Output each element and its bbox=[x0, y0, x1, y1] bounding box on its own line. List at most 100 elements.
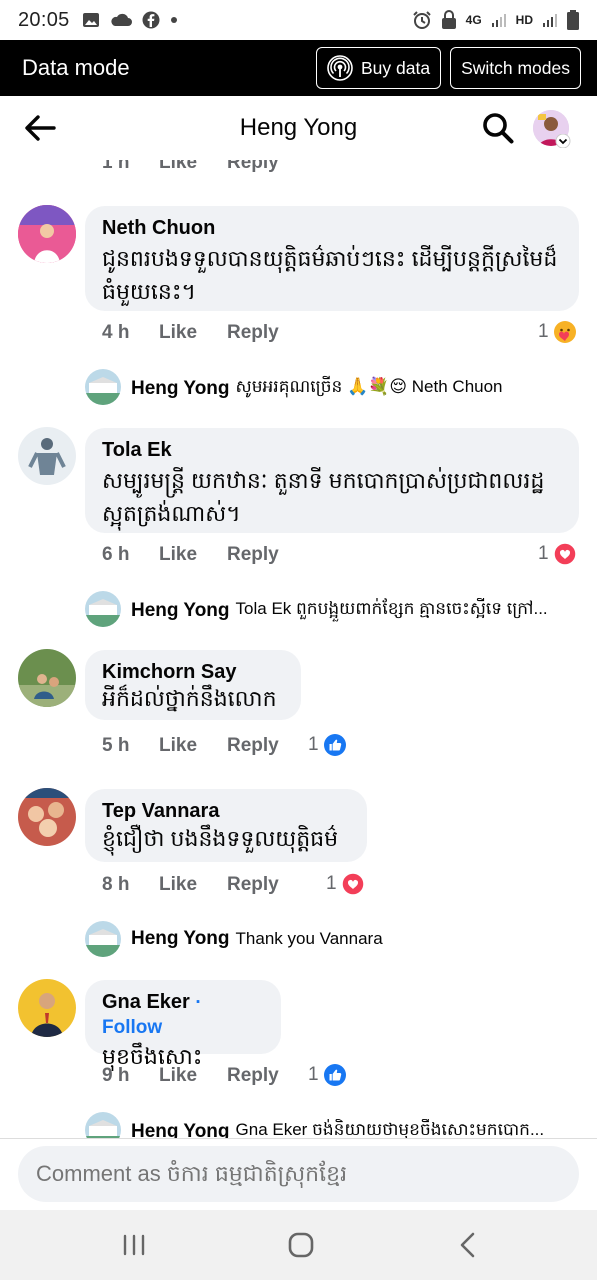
like-button[interactable]: Like bbox=[159, 874, 227, 896]
comment-text: អីក៏ដល់ថ្នាក់នឹងលោក bbox=[102, 686, 277, 711]
reaction-summary[interactable]: 1 bbox=[308, 1063, 347, 1087]
reply-button[interactable]: Reply bbox=[227, 874, 279, 896]
reply-author: Heng Yong bbox=[131, 1120, 230, 1139]
reply-preview[interactable]: Heng Yong សូមអរគុណច្រើន 🙏💐😌 Neth Chuon bbox=[131, 376, 503, 401]
avatar[interactable] bbox=[18, 649, 76, 707]
reaction-summary[interactable]: 1 bbox=[308, 733, 347, 757]
status-time: 20:05 bbox=[18, 8, 70, 31]
love-reaction-icon bbox=[552, 542, 577, 566]
comment-actions: 8 h Like Reply bbox=[102, 874, 279, 896]
comment-text: សម្បូរមន្ត្រី យកឋានៈ តួនាទី មកបោកប្រាស់ប… bbox=[102, 468, 545, 526]
comment-bubble: Kimchorn Say អីក៏ដល់ថ្នាក់នឹងលោក bbox=[85, 650, 301, 720]
comment-time: 6 h bbox=[102, 544, 130, 565]
avatar[interactable] bbox=[18, 788, 76, 846]
image-icon bbox=[82, 13, 99, 27]
dot-icon bbox=[170, 17, 177, 23]
reply-preview[interactable]: Heng Yong Gna Eker ចង់និយាយថាមុខចឹងសោះមក… bbox=[131, 1119, 581, 1138]
reaction-count: 1 bbox=[538, 543, 549, 564]
reaction-count: 1 bbox=[308, 1064, 319, 1085]
comment-actions: 6 h Like Reply bbox=[102, 544, 279, 566]
facebook-icon bbox=[142, 11, 160, 29]
data-mode-title: Data mode bbox=[22, 55, 130, 80]
reaction-summary[interactable]: 1 bbox=[538, 542, 577, 566]
comment-author-name[interactable]: Gna Eker bbox=[102, 991, 190, 1013]
lock-icon bbox=[441, 10, 456, 29]
comment-bubble: Tola Ek សម្បូរមន្ត្រី យកឋានៈ តួនាទី មកបោ… bbox=[85, 428, 579, 533]
comment-actions: 5 h Like Reply bbox=[102, 735, 279, 757]
data-mode-bar: Data mode Buy data Switch modes bbox=[0, 40, 597, 96]
hd-label: HD bbox=[515, 13, 533, 27]
search-icon[interactable] bbox=[480, 110, 516, 146]
avatar[interactable] bbox=[85, 921, 121, 957]
comment-author[interactable]: Tep Vannara bbox=[102, 799, 351, 823]
reply-text: Thank you Vannara bbox=[235, 929, 383, 948]
home-icon[interactable] bbox=[284, 1228, 318, 1262]
signal-icon bbox=[491, 14, 506, 27]
comment-bubble: Neth Chuon ជូនពរបងទទួលបានយុត្តិធម៌ឆាប់ៗន… bbox=[85, 206, 579, 311]
recent-apps-icon[interactable] bbox=[117, 1228, 151, 1262]
battery-icon bbox=[567, 10, 579, 30]
comment-time: 1 h bbox=[102, 160, 130, 173]
comment-time: 8 h bbox=[102, 874, 130, 895]
comment-feed: 1 h Like Reply Neth Chuon ជូនពរបងទទួលបាន… bbox=[0, 160, 597, 1138]
comment-author[interactable]: Tola Ek bbox=[102, 438, 563, 462]
comment-author[interactable]: Neth Chuon bbox=[102, 216, 563, 240]
reply-author: Heng Yong bbox=[131, 377, 230, 399]
avatar[interactable] bbox=[18, 205, 76, 263]
reply-button[interactable]: Reply bbox=[227, 735, 279, 757]
comment-actions: 4 h Like Reply bbox=[102, 322, 279, 344]
reply-author: Heng Yong bbox=[131, 599, 230, 621]
cloud-icon bbox=[110, 13, 132, 26]
reaction-count: 1 bbox=[326, 873, 337, 894]
like-reaction-icon bbox=[323, 1063, 347, 1087]
reply-button[interactable]: Reply bbox=[227, 322, 279, 344]
reply-button[interactable]: Reply bbox=[227, 544, 279, 566]
comment-input[interactable] bbox=[18, 1146, 579, 1202]
back-arrow-icon[interactable] bbox=[22, 110, 58, 146]
reply-author: Heng Yong bbox=[131, 928, 230, 949]
reaction-summary[interactable]: 1 bbox=[538, 320, 577, 344]
buy-data-button[interactable]: Buy data bbox=[315, 47, 442, 89]
like-button[interactable]: Like bbox=[159, 1065, 227, 1087]
avatar[interactable] bbox=[18, 979, 76, 1037]
comment-author: Gna Eker · Follow bbox=[102, 990, 265, 1040]
like-reaction-icon bbox=[323, 733, 347, 757]
like-button[interactable]: Like bbox=[159, 544, 227, 566]
back-icon[interactable] bbox=[452, 1228, 486, 1262]
status-bar: 20:05 4G HD bbox=[0, 0, 597, 40]
broadcast-icon bbox=[327, 55, 353, 81]
comment-actions-partial: 1 h Like Reply bbox=[102, 160, 279, 174]
reaction-count: 1 bbox=[538, 321, 549, 342]
avatar[interactable] bbox=[85, 591, 121, 627]
comment-text: ខ្ញុំជឿថា បងនឹងទទួលយុត្តិធម៌ bbox=[102, 826, 339, 851]
reaction-summary[interactable]: 1 bbox=[326, 872, 365, 896]
network-label: 4G bbox=[465, 13, 482, 27]
comment-author[interactable]: Kimchorn Say bbox=[102, 660, 285, 684]
system-nav-bar bbox=[0, 1210, 597, 1280]
comment-actions: 9 h Like Reply bbox=[102, 1065, 279, 1087]
reply-text: Tola Ek ពួកបង្អួយពាក់ខ្សែក គ្មានចេះស្អីទ… bbox=[235, 599, 548, 618]
reaction-count: 1 bbox=[308, 734, 319, 755]
like-button[interactable]: Like bbox=[159, 160, 227, 174]
reply-button[interactable]: Reply bbox=[227, 160, 279, 174]
care-reaction-icon bbox=[553, 320, 577, 344]
avatar[interactable] bbox=[85, 1112, 121, 1138]
comment-bubble: Gna Eker · Follow មុខចឹងសោះ bbox=[85, 980, 281, 1069]
avatar[interactable] bbox=[18, 427, 76, 485]
love-reaction-icon bbox=[340, 872, 365, 896]
comment-composer bbox=[0, 1138, 597, 1210]
switch-modes-button[interactable]: Switch modes bbox=[450, 47, 581, 89]
avatar[interactable] bbox=[85, 369, 121, 405]
reply-preview[interactable]: Heng Yong Thank you Vannara bbox=[131, 928, 383, 950]
comment-time: 4 h bbox=[102, 322, 130, 343]
reply-text: Gna Eker ចង់និយាយថាមុខចឹងសោះមកបោក... bbox=[235, 1120, 545, 1138]
like-button[interactable]: Like bbox=[159, 735, 227, 757]
page-header: Heng Yong bbox=[0, 96, 597, 160]
alarm-icon bbox=[412, 11, 431, 29]
like-button[interactable]: Like bbox=[159, 322, 227, 344]
signal-icon bbox=[543, 14, 557, 27]
chevron-down-icon[interactable] bbox=[555, 134, 571, 148]
reply-preview[interactable]: Heng Yong Tola Ek ពួកបង្អួយពាក់ខ្សែក គ្ម… bbox=[131, 598, 581, 623]
reply-button[interactable]: Reply bbox=[227, 1065, 279, 1087]
switch-modes-label: Switch modes bbox=[461, 57, 570, 78]
